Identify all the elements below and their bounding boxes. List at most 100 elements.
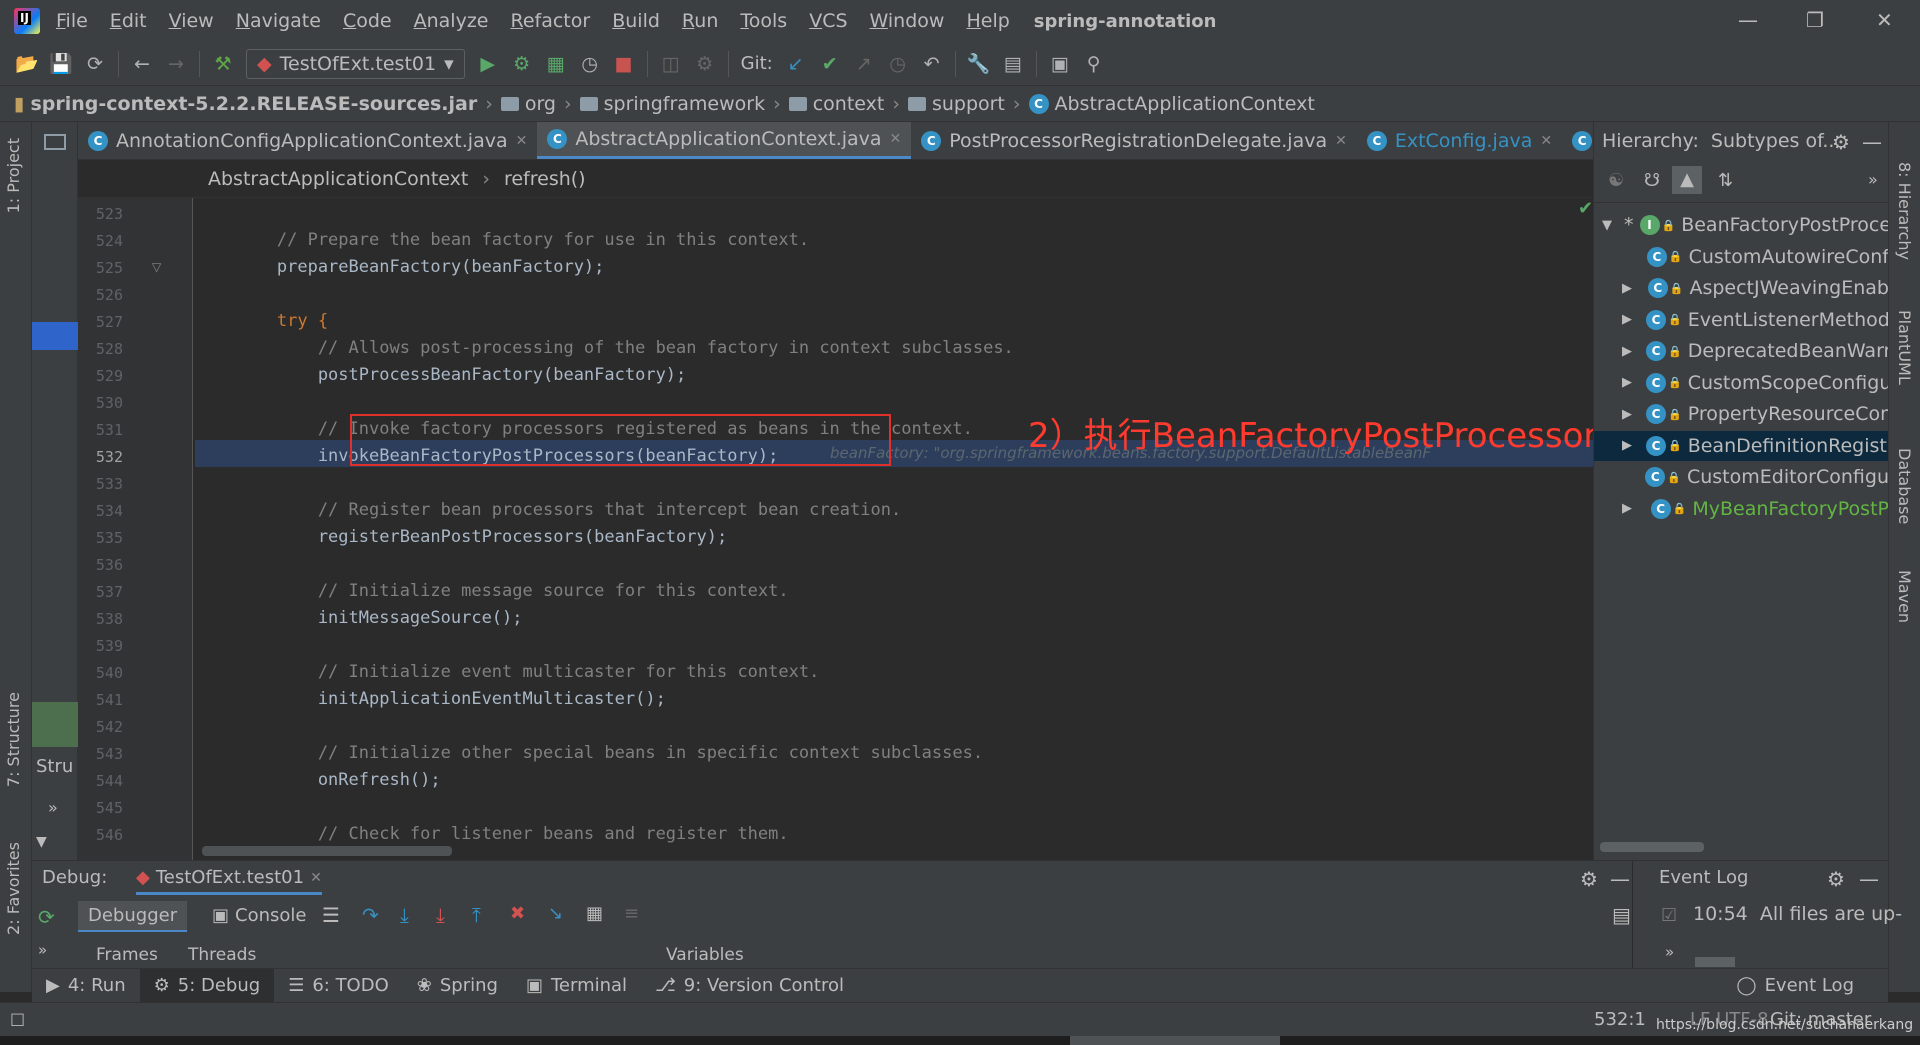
menu-code[interactable]: Code [343,10,392,32]
triangle-right-icon[interactable]: ▶ [1622,375,1632,390]
search-icon[interactable]: ⚲ [1077,49,1111,79]
expand-icon[interactable]: » [48,798,58,817]
line-number[interactable]: 541 [78,691,123,709]
close-icon[interactable]: ✕ [1335,133,1347,149]
tab-version-control[interactable]: ⎇ 9: Version Control [641,969,858,1003]
trace-icon[interactable]: ≡ [624,903,639,924]
tab-ext-config[interactable]: C ExtConfig.java ✕ [1357,122,1562,159]
coverage-icon[interactable]: ▦ [539,49,573,79]
forward-icon[interactable]: → [159,49,193,79]
menu-lines-icon[interactable]: ☰ [322,903,340,927]
triangle-down-icon[interactable]: ▼ [36,834,47,850]
back-icon[interactable]: ← [125,49,159,79]
run-icon[interactable]: ▶ [471,49,505,79]
git-update-icon[interactable]: ↙ [779,49,813,79]
line-number[interactable]: 525 [78,259,123,277]
line-number[interactable]: 532 [78,448,123,466]
scroll-thumb[interactable] [1070,1036,1280,1045]
triangle-right-icon[interactable]: ▶ [1622,438,1632,453]
line-number[interactable]: 526 [78,286,123,304]
line-number[interactable]: 529 [78,367,123,385]
tab-spring[interactable]: ❀ Spring [403,969,512,1003]
run-configuration-select[interactable]: ◆ TestOfExt.test01 ▾ [246,48,465,79]
expand-icon[interactable]: » [1665,943,1674,961]
line-number[interactable]: 539 [78,637,123,655]
evaluate-expression-icon[interactable]: ▦ [586,903,603,924]
tab-terminal[interactable]: ▣ Terminal [512,969,641,1003]
gear-icon[interactable]: ⚙ [1827,867,1845,891]
scrollbar[interactable] [1695,957,1735,967]
breadcrumb-support[interactable]: support [907,93,1005,115]
plantuml-tool-button[interactable]: PlantUML [1895,310,1914,385]
line-number[interactable]: 546 [78,826,123,844]
tab-run[interactable]: ▶ 4: Run [32,969,140,1003]
step-into-icon[interactable]: ⤓ [436,903,445,927]
line-number[interactable]: 524 [78,232,123,250]
structure-tool-button[interactable]: 7: Structure [4,692,23,787]
minimize-icon[interactable]: — [1738,8,1758,32]
hide-panel-icon[interactable]: — [1859,867,1879,891]
horizontal-scrollbar[interactable] [1600,842,1704,852]
triangle-right-icon[interactable]: ▶ [1622,281,1634,296]
wrench-icon[interactable]: 🔧 [962,49,996,79]
code-editor[interactable]: 523 524 525 526 527 528 529 530 531 532 533 534 535 5… [78,198,1593,860]
drop-frame-icon[interactable]: ✖ [510,903,525,924]
hierarchy-item[interactable]: ▼ * I 🔒 BeanFactoryPostProce [1594,210,1889,240]
line-number[interactable]: 542 [78,718,123,736]
layout-toggle-icon[interactable]: □ [10,1009,25,1028]
triangle-right-icon[interactable]: ▶ [1622,501,1637,516]
menu-vcs[interactable]: VCS [809,10,847,32]
build-hammer-icon[interactable]: ⚒ [206,49,240,79]
line-number[interactable]: 544 [78,772,123,790]
close-window-icon[interactable]: ✕ [1876,8,1893,32]
attach-icon[interactable]: ◫ [654,49,688,79]
menu-edit[interactable]: Edit [110,10,147,32]
close-icon[interactable]: ✕ [310,870,322,886]
database-tool-button[interactable]: Database [1895,448,1914,524]
hierarchy-item[interactable]: C 🔒 CustomEditorConfigu [1594,462,1889,492]
close-icon[interactable]: ✕ [1540,133,1552,149]
hierarchy-item[interactable]: ▶ C 🔒 EventListenerMethod [1594,305,1889,335]
fold-icon[interactable]: ▽ [152,260,161,274]
line-number[interactable]: 535 [78,529,123,547]
settings-gear-disabled-icon[interactable]: ⚙ [688,49,722,79]
triangle-down-icon[interactable]: ▼ [1602,218,1612,233]
tab-todo[interactable]: ☰ 6: TODO [274,969,403,1003]
menu-file[interactable]: File [56,10,88,32]
threads-label[interactable]: Threads [188,945,256,965]
line-number[interactable]: 538 [78,610,123,628]
panel-layout-icon[interactable] [44,134,66,150]
layout-icon[interactable]: ▤ [1612,903,1631,927]
menu-help[interactable]: Help [966,10,1009,32]
mark-read-icon[interactable]: ☑ [1661,905,1677,926]
run-to-cursor-icon[interactable]: ↘ [548,903,563,924]
breadcrumb-class[interactable]: C AbstractApplicationContext [1028,93,1315,115]
line-number[interactable]: 533 [78,475,123,493]
hierarchy-item[interactable]: ▶ C 🔒 AspectJWeavingEnab [1594,273,1889,303]
step-over-icon[interactable]: ⤓ [400,903,409,927]
git-rollback-icon[interactable]: ↶ [915,49,949,79]
rerun-icon[interactable]: ⟳ [38,905,55,929]
line-number[interactable]: 531 [78,421,123,439]
close-icon[interactable]: ✕ [890,131,902,147]
horizontal-scrollbar[interactable] [202,846,452,856]
supertypes-icon[interactable]: ☯ [1608,170,1624,191]
debug-session-tab[interactable]: ◆ TestOfExt.test01 ✕ [136,867,322,895]
tab-event-log[interactable]: ◯ Event Log [1722,969,1868,1003]
triangle-right-icon[interactable]: ▶ [1622,407,1632,422]
restore-icon[interactable]: ❐ [1806,8,1824,32]
save-icon[interactable]: 💾 [44,49,78,79]
close-icon[interactable]: ✕ [516,133,528,149]
menu-view[interactable]: View [169,10,214,32]
hierarchy-item[interactable]: ▶ C 🔒 CustomScopeConfigu [1594,368,1889,398]
tab-debugger[interactable]: Debugger [78,901,188,932]
git-commit-icon[interactable]: ✔ [813,49,847,79]
line-number[interactable]: 540 [78,664,123,682]
nav-method[interactable]: refresh() [504,168,586,190]
favorites-tool-button[interactable]: 2: Favorites [4,842,23,935]
gear-icon[interactable]: ⚙ [1832,130,1850,154]
menu-build[interactable]: Build [612,10,660,32]
hierarchy-item[interactable]: ▶ C 🔒 DeprecatedBeanWarr [1594,336,1889,366]
project-tool-button[interactable]: 1: Project [4,138,23,213]
open-folder-icon[interactable]: 📂 [10,49,44,79]
